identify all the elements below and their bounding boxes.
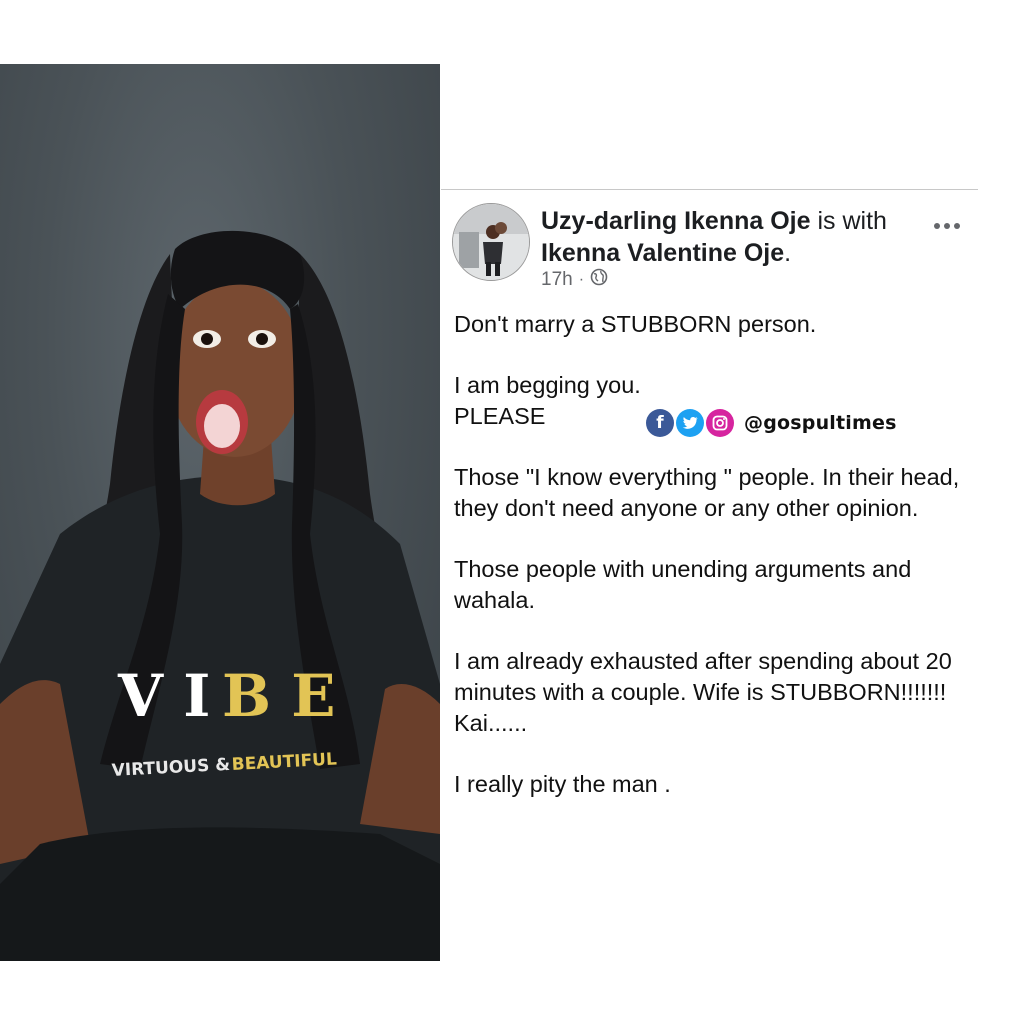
post-meta: 17h ·	[541, 268, 608, 292]
post-timestamp[interactable]: 17h	[541, 269, 573, 291]
meta-separator: ·	[578, 271, 585, 288]
svg-text:V I: V I	[117, 662, 210, 730]
instagram-icon	[706, 409, 734, 437]
author-name[interactable]: Uzy-darling Ikenna Oje	[541, 207, 811, 235]
post-top-divider	[441, 189, 978, 190]
post-paragraph: I really pity the man .	[454, 771, 671, 797]
post-paragraph: I am already exhausted after spending ab…	[454, 648, 952, 736]
with-text: is with	[810, 207, 887, 235]
twitter-icon	[676, 409, 704, 437]
watermark: f @gospultimes	[646, 408, 897, 438]
facebook-icon: f	[646, 409, 674, 437]
post-paragraph: Don't marry a STUBBORN person.	[454, 311, 817, 337]
tagged-user[interactable]: Ikenna Valentine Oje	[541, 239, 784, 267]
post-header: Uzy-darling Ikenna Oje is with Ikenna Va…	[541, 205, 921, 269]
globe-icon	[590, 268, 608, 292]
avatar-image	[453, 204, 529, 280]
woman-photo-illustration: V I B E VIRTUOUS & BEAUTIFUL	[0, 230, 440, 961]
post-body: Don't marry a STUBBORN person. I am begg…	[454, 309, 979, 830]
author-avatar[interactable]	[452, 203, 530, 281]
svg-text:B E: B E	[222, 662, 335, 730]
more-options-icon[interactable]	[930, 216, 964, 236]
tagged-suffix: .	[784, 239, 792, 267]
post-paragraph: Those people with unending arguments and…	[454, 556, 912, 613]
watermark-handle: @gospultimes	[744, 412, 897, 434]
profile-photo: V I B E VIRTUOUS & BEAUTIFUL	[0, 64, 440, 961]
post-paragraph: Those "I know everything " people. In th…	[454, 464, 960, 521]
